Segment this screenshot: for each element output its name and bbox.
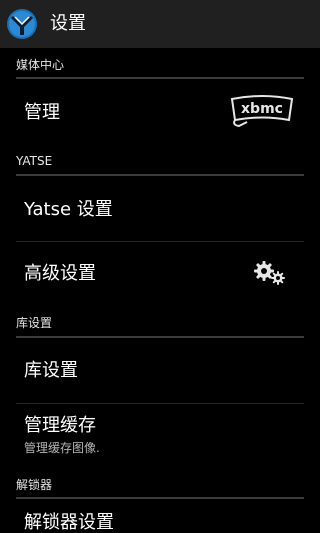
settings-item-title: 管理缓存 (24, 415, 96, 436)
yatse-logo-icon[interactable] (6, 8, 38, 40)
gears-icon (253, 260, 287, 286)
section-header-yatse: YATSE (16, 154, 53, 168)
settings-item-title: 管理 (24, 102, 60, 123)
xbmc-logo-icon: xbmc (229, 95, 295, 129)
section-header-media-center: 媒体中心 (16, 58, 65, 72)
settings-list: 媒体中心 管理 xbmc YATSE Yatse 设置 高级设置 库设置 库设置… (0, 48, 320, 533)
settings-item-title: 解锁器设置 (24, 512, 114, 533)
action-bar: 设置 (0, 0, 320, 48)
settings-item-title: Yatse 设置 (24, 199, 113, 220)
section-header-library: 库设置 (16, 316, 53, 330)
settings-item-advanced[interactable]: 高级设置 (0, 242, 320, 308)
settings-item-manage[interactable]: 管理 xbmc (0, 79, 320, 145)
section-header-unlocker: 解锁器 (16, 478, 53, 492)
settings-item-unlocker-settings[interactable]: 解锁器设置 (0, 499, 320, 533)
settings-item-summary: 管理缓存图像. (24, 441, 100, 455)
settings-item-library-settings[interactable]: 库设置 (0, 338, 320, 402)
xbmc-logo-text: xbmc (241, 101, 283, 117)
settings-item-yatse-settings[interactable]: Yatse 设置 (0, 176, 320, 240)
settings-item-title: 库设置 (24, 360, 78, 381)
settings-item-title: 高级设置 (24, 263, 96, 284)
page-title: 设置 (50, 13, 86, 34)
settings-item-manage-cache[interactable]: 管理缓存 管理缓存图像. (0, 404, 320, 472)
